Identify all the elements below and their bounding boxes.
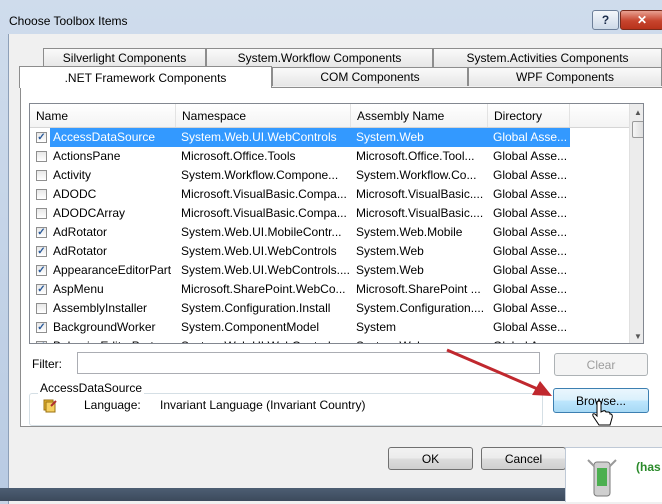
- hand-cursor-icon: [592, 400, 613, 426]
- tab-net-framework[interactable]: .NET Framework Components: [19, 66, 272, 88]
